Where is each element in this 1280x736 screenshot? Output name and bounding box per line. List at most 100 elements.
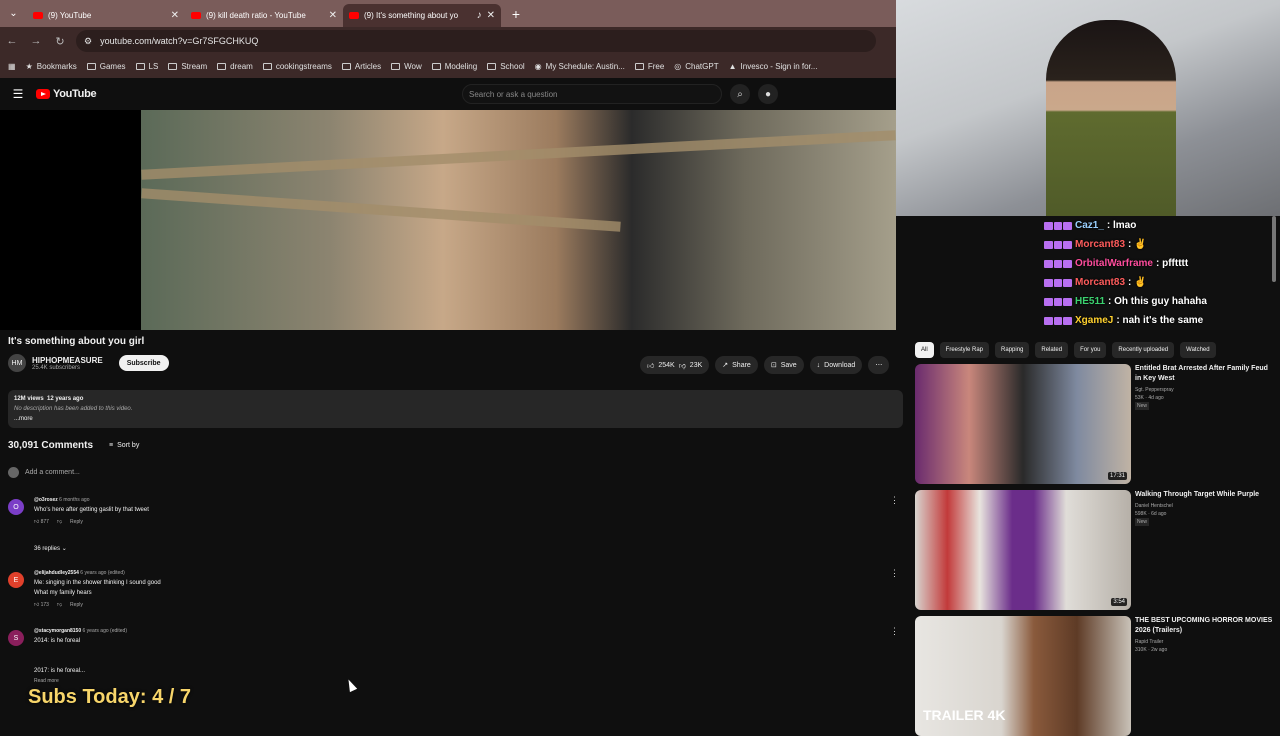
chip-rapping[interactable]: Rapping: [995, 342, 1030, 358]
new-tab-button[interactable]: +: [507, 5, 525, 23]
bookmark-label: ChatGPT: [685, 62, 719, 71]
subscribe-button[interactable]: Subscribe: [118, 355, 169, 371]
chip-recently-uploaded[interactable]: Recently uploaded: [1112, 342, 1175, 358]
tab-current[interactable]: (9) It's something about yo ♪ ✕: [343, 4, 501, 27]
chat-message: : pfftttt: [1155, 258, 1189, 269]
recommended-video[interactable]: TRAILER 4K THE BEST UPCOMING HORROR MOVI…: [915, 616, 1275, 736]
bookmark-modeling[interactable]: Modeling: [431, 62, 477, 71]
filter-chips: All Freestyle Rap Rapping Related For yo…: [915, 342, 1275, 358]
apps-icon[interactable]: ▦: [8, 62, 16, 71]
share-button[interactable]: ↗ Share: [715, 356, 758, 374]
dislike-icon[interactable]: 👎︎: [57, 517, 62, 527]
site-info-icon[interactable]: ⚙: [84, 36, 92, 47]
bookmark-dream[interactable]: dream: [217, 62, 253, 71]
video-title[interactable]: THE BEST UPCOMING HORROR MOVIES 2026 (Tr…: [1135, 616, 1275, 636]
comment-author[interactable]: @o3rosez: [34, 497, 58, 503]
audio-icon[interactable]: ♪: [477, 10, 482, 21]
chip-watched[interactable]: Watched: [1180, 342, 1216, 358]
bookmark-label: cookingstreams: [275, 62, 332, 71]
comment-author[interactable]: @elijahdudley2554: [34, 570, 79, 576]
forward-icon[interactable]: →: [24, 35, 48, 47]
bookmark-chatgpt[interactable]: ◎ ChatGPT: [674, 62, 718, 71]
like-button[interactable]: 👍︎ 254K 👎︎ 23K: [640, 356, 710, 374]
description-more[interactable]: ...more: [14, 414, 897, 424]
chat-scrollbar[interactable]: [1272, 216, 1276, 282]
search-icon[interactable]: ⌕: [730, 84, 750, 104]
bookmark-ls[interactable]: LS: [135, 62, 158, 71]
bookmark-invesco[interactable]: ▲ Invesco - Sign in for...: [729, 62, 818, 71]
bookmark-articles[interactable]: Articles: [341, 62, 381, 71]
view-replies-button[interactable]: 36 replies ⌄: [34, 545, 67, 552]
menu-icon[interactable]: ☰: [0, 87, 36, 101]
bookmark-stream[interactable]: Stream: [168, 62, 207, 71]
chat-user: XgameJ: [1075, 315, 1114, 326]
read-more-link[interactable]: Read more: [34, 676, 127, 686]
bookmark-cookingstreams[interactable]: cookingstreams: [262, 62, 332, 71]
comment-avatar[interactable]: O: [8, 499, 24, 515]
comment-menu-icon[interactable]: ⋮: [890, 495, 899, 506]
tab-kill-death[interactable]: (9) kill death ratio - YouTube ✕: [185, 4, 343, 27]
description-box[interactable]: 12M views 12 years ago No description ha…: [8, 390, 903, 428]
tab-title: (9) kill death ratio - YouTube: [206, 11, 306, 20]
comment-menu-icon[interactable]: ⋮: [890, 626, 899, 637]
close-tab-icon[interactable]: ✕: [487, 10, 495, 21]
chip-all[interactable]: All: [915, 342, 934, 358]
recommended-video[interactable]: 3:54 Walking Through Target While Purple…: [915, 490, 1275, 610]
chip-related[interactable]: Related: [1035, 342, 1069, 358]
search-input[interactable]: Search or ask a question: [462, 84, 722, 104]
youtube-logo[interactable]: YouTube: [36, 88, 97, 100]
add-comment-input[interactable]: Add a comment...: [25, 469, 80, 476]
channel-avatar[interactable]: HM: [8, 354, 26, 372]
bookmark-bookmarks[interactable]: ★ Bookmarks: [26, 62, 77, 71]
bookmark-label: Wow: [404, 62, 422, 71]
like-icon[interactable]: 👍︎ 877: [34, 517, 49, 527]
dislike-count: 23K: [689, 361, 703, 369]
channel-name[interactable]: HIPHOPMEASURE: [32, 356, 103, 365]
bookmark-free[interactable]: Free: [634, 62, 664, 71]
address-bar: ← → ↻ ⚙ youtube.com/watch?v=Gr7SFGCHKUQ: [0, 27, 896, 55]
back-icon[interactable]: ←: [0, 35, 24, 47]
comment-avatar[interactable]: E: [8, 572, 24, 588]
bookmark-icon: ⊡: [770, 362, 777, 369]
close-tab-icon[interactable]: ✕: [329, 10, 337, 21]
bookmark-wow[interactable]: Wow: [391, 62, 422, 71]
sort-button[interactable]: ≡ Sort by: [109, 442, 139, 449]
channel-meta: HIPHOPMEASURE 25.4K subscribers: [32, 356, 103, 371]
reload-icon[interactable]: ↻: [48, 35, 72, 48]
like-icon[interactable]: 👍︎ 173: [34, 600, 49, 610]
reply-button[interactable]: Reply: [70, 517, 83, 527]
tab-title: (9) It's something about yo: [364, 11, 459, 20]
reply-button[interactable]: Reply: [70, 600, 83, 610]
video-duration: 17:31: [1107, 472, 1127, 480]
chip-for-you[interactable]: For you: [1074, 342, 1107, 358]
bookmark-games[interactable]: Games: [86, 62, 126, 71]
dislike-icon[interactable]: 👎︎: [57, 600, 62, 610]
tab-search-icon[interactable]: ⌄: [0, 0, 27, 27]
url-field[interactable]: ⚙ youtube.com/watch?v=Gr7SFGCHKUQ: [76, 30, 876, 52]
microphone-icon[interactable]: ●: [758, 84, 778, 104]
view-stats: 12M views 12 years ago: [14, 394, 897, 404]
video-thumbnail[interactable]: TRAILER 4K: [915, 616, 1131, 736]
chat-badges-icon: [1044, 259, 1073, 268]
chip-freestyle-rap[interactable]: Freestyle Rap: [939, 342, 990, 358]
bookmark-schedule[interactable]: ◉ My Schedule: Austin...: [535, 62, 625, 71]
bookmark-school[interactable]: School: [487, 62, 525, 71]
video-channel[interactable]: Rapid Trailer: [1135, 638, 1167, 646]
video-thumbnail[interactable]: 17:31: [915, 364, 1131, 484]
tab-youtube[interactable]: (9) YouTube ✕: [27, 4, 185, 27]
video-channel[interactable]: Sgt. Pepperspray: [1135, 386, 1174, 394]
comment-author[interactable]: @stacymorgan8150: [34, 628, 81, 634]
video-title[interactable]: Entitled Brat Arrested After Family Feud…: [1135, 364, 1275, 384]
comment-avatar[interactable]: S: [8, 630, 24, 646]
close-tab-icon[interactable]: ✕: [171, 10, 179, 21]
download-button[interactable]: ↓ Download: [809, 356, 863, 374]
more-actions-icon[interactable]: ⋯: [868, 356, 890, 374]
video-channel[interactable]: Daniel Hentschel: [1135, 502, 1173, 510]
upload-age: 12 years ago: [47, 396, 84, 402]
video-thumbnail[interactable]: 3:54: [915, 490, 1131, 610]
save-button[interactable]: ⊡ Save: [763, 356, 804, 374]
recommended-video[interactable]: 17:31 Entitled Brat Arrested After Famil…: [915, 364, 1275, 484]
video-player[interactable]: [0, 110, 896, 330]
video-title[interactable]: Walking Through Target While Purple: [1135, 490, 1275, 500]
comment-menu-icon[interactable]: ⋮: [890, 568, 899, 579]
